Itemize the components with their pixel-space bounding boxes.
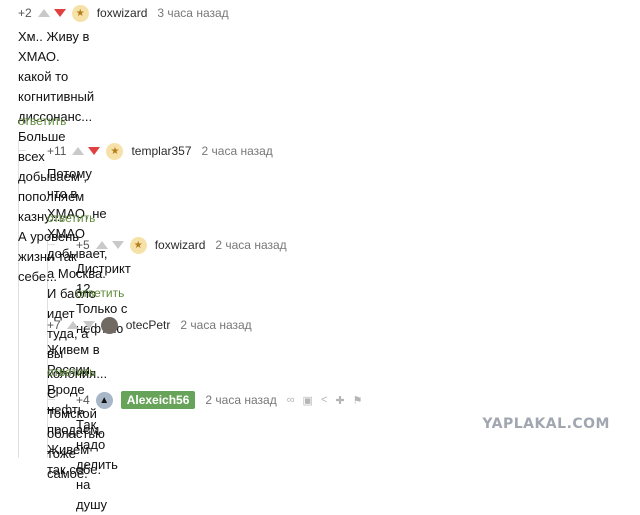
avatar[interactable]: ▲ xyxy=(95,391,113,409)
save-icon[interactable]: ▣ xyxy=(303,394,313,407)
reply-link[interactable]: ответить xyxy=(47,211,95,225)
comment-time[interactable]: 2 часа назад xyxy=(202,144,273,158)
reply-link[interactable]: ответить xyxy=(47,365,95,379)
flag-icon[interactable]: ⚑ xyxy=(353,394,363,407)
link-icon[interactable]: ∞ xyxy=(287,394,295,407)
comment-time[interactable]: 2 часа назад xyxy=(205,393,276,407)
comment-rating: +7 xyxy=(47,318,61,332)
author-name[interactable]: templar357 xyxy=(131,144,191,158)
comment-time[interactable]: 2 часа назад xyxy=(180,318,251,332)
comment-time[interactable]: 3 часа назад xyxy=(157,6,228,20)
share-icon[interactable]: < xyxy=(321,394,327,407)
upvote-icon[interactable] xyxy=(72,147,85,155)
downvote-icon[interactable] xyxy=(82,321,95,329)
watermark: YAPLAKAL.COM xyxy=(482,416,610,432)
author-name[interactable]: Alexeich56 xyxy=(120,391,196,409)
author-name[interactable]: foxwizard xyxy=(155,238,206,252)
comment-time[interactable]: 2 часа назад xyxy=(215,238,286,252)
author-name[interactable]: otecPetr xyxy=(126,318,171,332)
avatar[interactable]: ★ xyxy=(129,236,147,254)
avatar[interactable] xyxy=(100,316,118,334)
comment-header: +7 otecPetr 2 часа назад xyxy=(47,316,252,334)
upvote-icon[interactable] xyxy=(37,9,50,17)
avatar[interactable]: ★ xyxy=(106,142,124,160)
pin-icon[interactable]: ✚ xyxy=(335,394,344,407)
comment-rating: +4 xyxy=(76,393,90,407)
downvote-icon[interactable] xyxy=(53,9,66,17)
comment-header: +4 ▲ Alexeich56 2 часа назад ∞ ▣ < ✚ ⚑ xyxy=(76,391,362,409)
comment-header: +2 ★ foxwizard 3 часа назад xyxy=(18,4,229,22)
comment-rating: +5 xyxy=(76,238,90,252)
comment-text: Так надо делить на душу xyxy=(76,417,118,512)
reply-link[interactable]: ответить xyxy=(18,114,66,128)
author-name[interactable]: foxwizard xyxy=(97,6,148,20)
comment-rating: +11 xyxy=(47,144,67,158)
downvote-icon[interactable] xyxy=(111,241,124,249)
upvote-icon[interactable] xyxy=(95,241,108,249)
comment-rating: +2 xyxy=(18,6,32,20)
comment-header: +11 ★ templar357 2 часа назад xyxy=(47,142,273,160)
avatar[interactable]: ★ xyxy=(71,4,89,22)
comment-tools: ∞ ▣ < ✚ ⚑ xyxy=(287,394,363,407)
comment-header: +5 ★ foxwizard 2 часа назад xyxy=(76,236,287,254)
downvote-icon[interactable] xyxy=(88,147,101,155)
upvote-icon[interactable] xyxy=(66,321,79,329)
reply-link[interactable]: ответить xyxy=(76,286,124,300)
